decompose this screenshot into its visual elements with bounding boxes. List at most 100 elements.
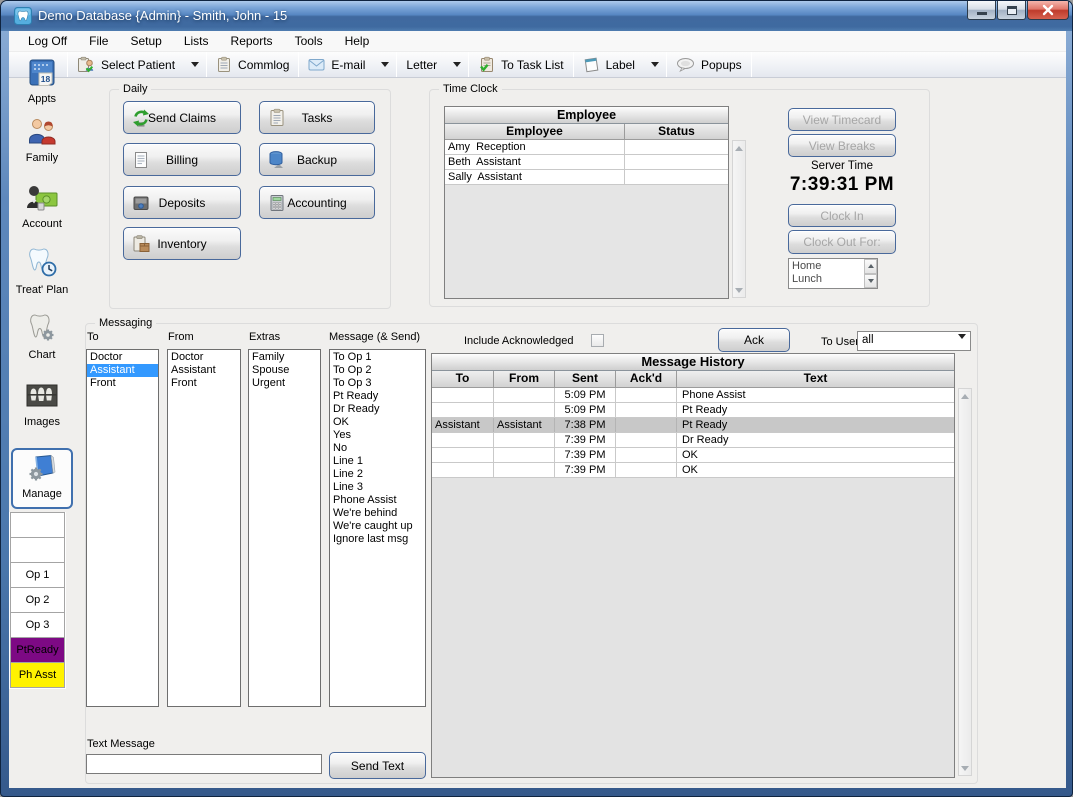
table-row[interactable]: 7:39 PM OK bbox=[432, 448, 954, 463]
message-history-scrollbar[interactable] bbox=[958, 388, 972, 776]
send-text-button[interactable]: Send Text bbox=[329, 752, 426, 779]
include-acknowledged-checkbox[interactable] bbox=[591, 334, 604, 347]
letter-button[interactable]: Letter bbox=[397, 52, 446, 77]
sidebar-item-treatplan[interactable]: Treat' Plan bbox=[9, 247, 75, 296]
minimize-button[interactable] bbox=[967, 1, 996, 20]
employee-row[interactable]: Beth Assistant bbox=[445, 155, 728, 170]
spinner-down-icon[interactable] bbox=[864, 274, 877, 289]
list-item[interactable]: Line 3 bbox=[330, 481, 425, 494]
employee-row[interactable]: Sally Assistant bbox=[445, 170, 728, 185]
clock-out-option-lunch[interactable]: Lunch bbox=[792, 273, 864, 286]
email-dropdown-arrow[interactable] bbox=[374, 52, 396, 77]
manage-icon bbox=[26, 453, 58, 484]
op-cell-empty-2[interactable] bbox=[10, 537, 65, 563]
op-cell-op3[interactable]: Op 3 bbox=[10, 612, 65, 638]
ack-button[interactable]: Ack bbox=[718, 328, 790, 352]
sidebar-item-manage[interactable]: Manage bbox=[11, 448, 73, 509]
to-user-combobox[interactable]: all bbox=[857, 331, 971, 351]
list-item[interactable]: Dr Ready bbox=[330, 403, 425, 416]
scroll-up-icon[interactable] bbox=[959, 389, 971, 403]
select-patient-dropdown-arrow[interactable] bbox=[184, 52, 206, 77]
table-row[interactable]: 7:39 PM OK bbox=[432, 463, 954, 478]
clock-out-options-spinner[interactable] bbox=[864, 259, 877, 288]
sidebar-item-account[interactable]: Account bbox=[9, 181, 75, 230]
message-history-header: To From Sent Ack'd Text bbox=[432, 371, 954, 388]
sidebar-item-chart[interactable]: Chart bbox=[9, 312, 75, 361]
to-task-list-button[interactable]: To Task List bbox=[469, 52, 572, 77]
op-cell-op2[interactable]: Op 2 bbox=[10, 587, 65, 613]
op-cell-phasst[interactable]: Ph Asst bbox=[10, 662, 65, 688]
label-button[interactable]: Label bbox=[574, 52, 644, 77]
clock-in-button[interactable]: Clock In bbox=[788, 204, 896, 227]
sidebar-item-appts[interactable]: 18 Appts bbox=[9, 56, 75, 105]
list-item[interactable]: Ignore last msg bbox=[330, 533, 425, 546]
list-item[interactable]: We're caught up bbox=[330, 520, 425, 533]
list-item[interactable]: Assistant bbox=[168, 364, 240, 377]
list-item[interactable]: Front bbox=[168, 377, 240, 390]
list-item[interactable]: Front bbox=[87, 377, 158, 390]
op-cell-empty-1[interactable] bbox=[10, 512, 65, 538]
view-timecard-button[interactable]: View Timecard bbox=[788, 108, 896, 131]
menu-item-log-off[interactable]: Log Off bbox=[17, 31, 78, 52]
list-item[interactable]: OK bbox=[330, 416, 425, 429]
popups-button[interactable]: Popups bbox=[667, 52, 751, 77]
letter-dropdown-arrow[interactable] bbox=[446, 52, 468, 77]
billing-button[interactable]: Billing bbox=[123, 143, 241, 176]
list-item[interactable]: Pt Ready bbox=[330, 390, 425, 403]
list-item[interactable]: Family bbox=[249, 351, 320, 364]
list-item[interactable]: Urgent bbox=[249, 377, 320, 390]
list-item[interactable]: To Op 2 bbox=[330, 364, 425, 377]
list-item[interactable]: To Op 3 bbox=[330, 377, 425, 390]
table-row[interactable]: 5:09 PM Pt Ready bbox=[432, 403, 954, 418]
scroll-down-icon[interactable] bbox=[733, 283, 745, 297]
list-item[interactable]: No bbox=[330, 442, 425, 455]
scroll-up-icon[interactable] bbox=[733, 141, 745, 155]
sidebar-item-images[interactable]: Images bbox=[9, 379, 75, 428]
op-cell-op1[interactable]: Op 1 bbox=[10, 562, 65, 588]
table-row[interactable]: 7:39 PM Dr Ready bbox=[432, 433, 954, 448]
from-column-header: From bbox=[494, 371, 555, 387]
inventory-button[interactable]: Inventory bbox=[123, 227, 241, 260]
email-button[interactable]: E-mail bbox=[299, 52, 374, 77]
employee-row[interactable]: Amy Reception bbox=[445, 140, 728, 155]
scroll-down-icon[interactable] bbox=[959, 761, 971, 775]
menu-item-file[interactable]: File bbox=[78, 31, 119, 52]
deposits-button[interactable]: Deposits bbox=[123, 186, 241, 219]
list-item[interactable]: Phone Assist bbox=[330, 494, 425, 507]
close-button[interactable] bbox=[1027, 1, 1069, 20]
list-item[interactable]: Spouse bbox=[249, 364, 320, 377]
accounting-button[interactable]: Accounting bbox=[259, 186, 375, 219]
commlog-button[interactable]: Commlog bbox=[207, 52, 298, 77]
employee-grid-scrollbar[interactable] bbox=[732, 140, 746, 298]
menu-item-lists[interactable]: Lists bbox=[173, 31, 220, 52]
list-item[interactable]: Doctor bbox=[87, 351, 158, 364]
label-dropdown-arrow[interactable] bbox=[644, 52, 666, 77]
list-item[interactable]: Line 2 bbox=[330, 468, 425, 481]
list-item[interactable]: Yes bbox=[330, 429, 425, 442]
list-item[interactable]: We're behind bbox=[330, 507, 425, 520]
table-row[interactable]: 5:09 PM Phone Assist bbox=[432, 388, 954, 403]
op-cell-ptready[interactable]: PtReady bbox=[10, 637, 65, 663]
tasks-button[interactable]: Tasks bbox=[259, 101, 375, 134]
backup-button[interactable]: Backup bbox=[259, 143, 375, 176]
spinner-up-icon[interactable] bbox=[864, 259, 877, 274]
list-item-selected[interactable]: Assistant bbox=[87, 364, 158, 377]
text-message-input[interactable] bbox=[86, 754, 322, 774]
to-column-header: To bbox=[432, 371, 494, 387]
table-row-selected[interactable]: AssistantAssistant 7:38 PM Pt Ready bbox=[432, 418, 954, 433]
list-item[interactable]: Line 1 bbox=[330, 455, 425, 468]
send-claims-button[interactable]: Send Claims bbox=[123, 101, 241, 134]
clock-out-option-home[interactable]: Home bbox=[792, 260, 864, 273]
menu-item-help[interactable]: Help bbox=[334, 31, 381, 52]
sidebar-item-family[interactable]: Family bbox=[9, 115, 75, 164]
menu-item-setup[interactable]: Setup bbox=[119, 31, 172, 52]
maximize-button[interactable] bbox=[997, 1, 1026, 20]
menu-item-reports[interactable]: Reports bbox=[220, 31, 284, 52]
clock-out-for-button[interactable]: Clock Out For: bbox=[788, 230, 896, 254]
select-patient-button[interactable]: Select Patient bbox=[68, 52, 184, 77]
list-item[interactable]: Doctor bbox=[168, 351, 240, 364]
view-breaks-button[interactable]: View Breaks bbox=[788, 134, 896, 157]
clock-out-options-list[interactable]: Home Lunch bbox=[788, 258, 878, 289]
menu-item-tools[interactable]: Tools bbox=[284, 31, 334, 52]
list-item[interactable]: To Op 1 bbox=[330, 351, 425, 364]
